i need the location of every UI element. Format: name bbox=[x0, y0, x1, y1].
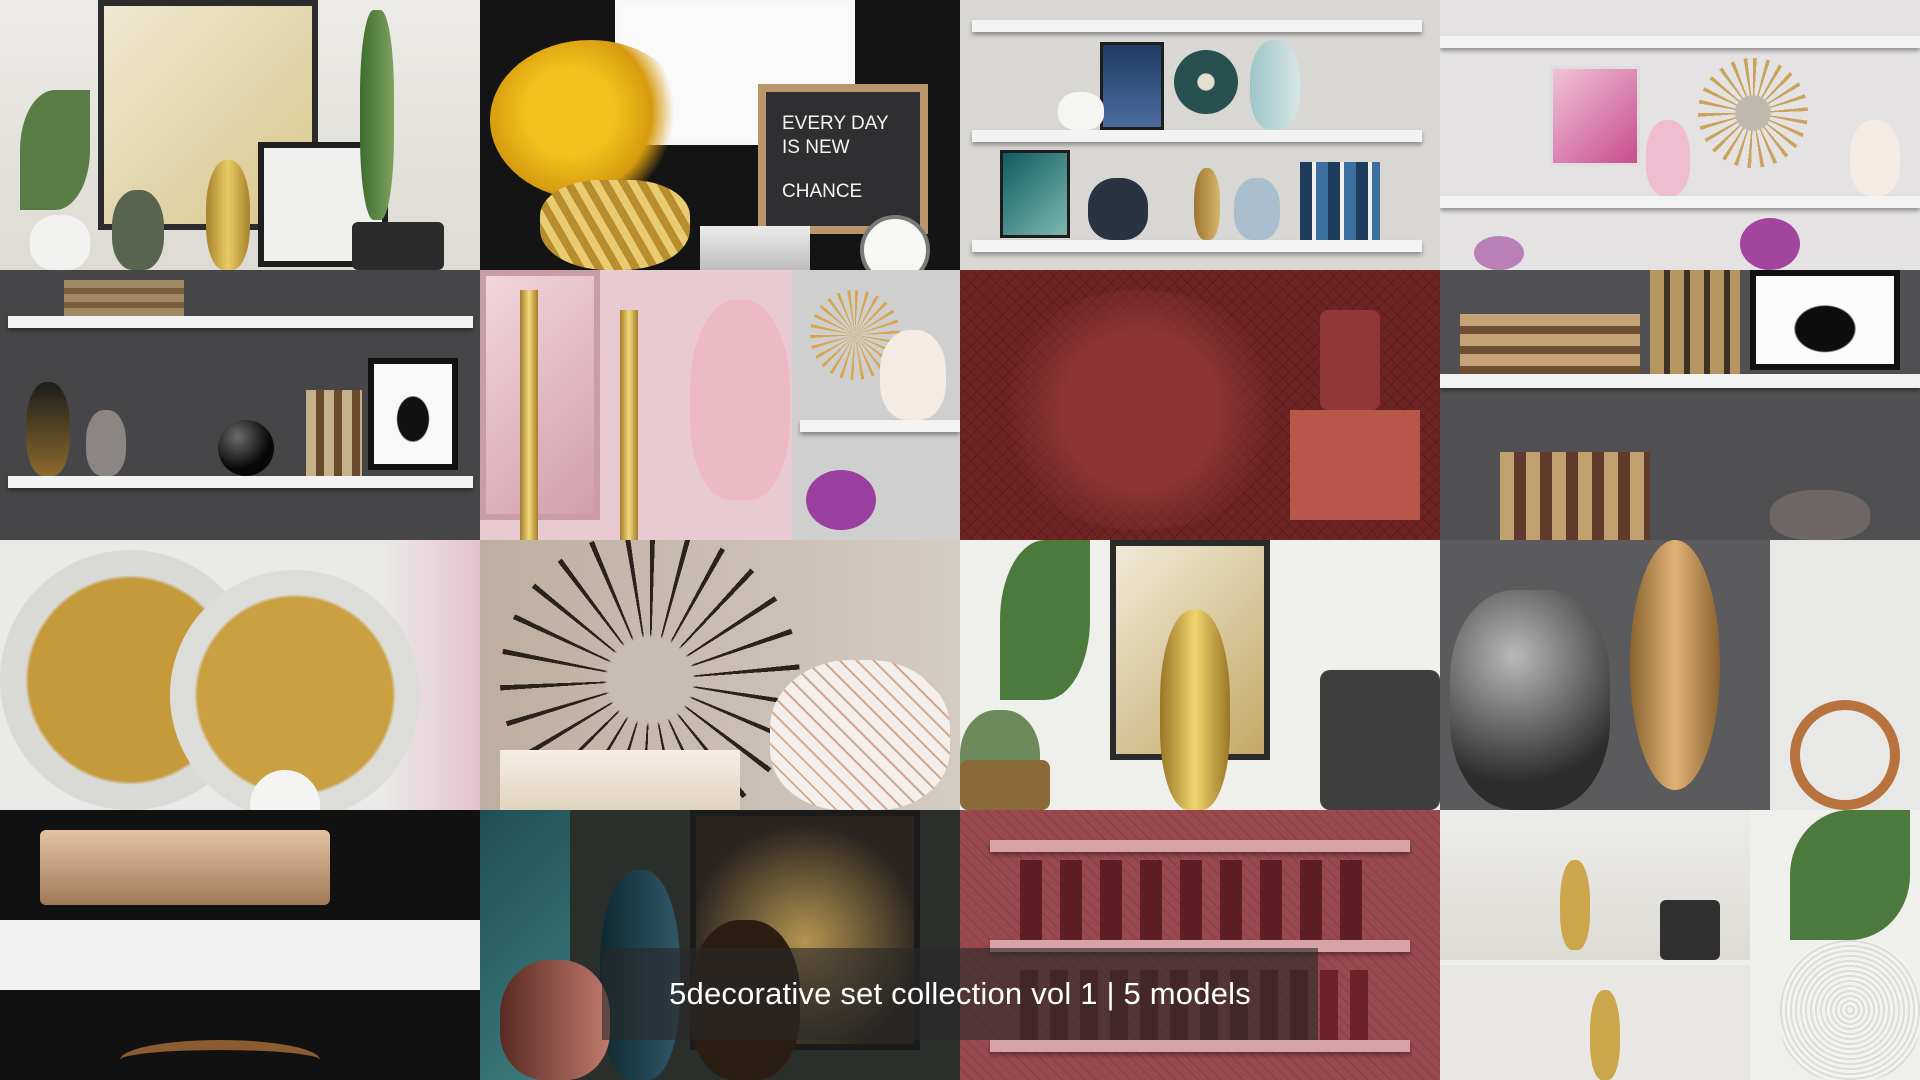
copper-ring-sculpture bbox=[1790, 700, 1900, 810]
green-stems bbox=[1000, 540, 1090, 700]
collection-caption: 5decorative set collection vol 1 | 5 mod… bbox=[602, 948, 1318, 1040]
shelf-bottom bbox=[972, 240, 1422, 252]
textured-vase-large bbox=[1780, 940, 1920, 1080]
black-pot-closeup bbox=[1320, 670, 1440, 810]
yellow-flower-bouquet bbox=[490, 40, 690, 200]
gold-abstract-sculpture bbox=[1630, 540, 1720, 790]
letter-board-line-3: CHANCE bbox=[782, 181, 863, 202]
mini-black-pot bbox=[1660, 900, 1720, 960]
ginger-jar bbox=[26, 382, 70, 476]
books-stack-top bbox=[1460, 314, 1640, 374]
tile-wireframe-flowers bbox=[960, 270, 1440, 540]
snake-plant bbox=[360, 10, 394, 220]
tile-shelf-pink bbox=[1440, 0, 1920, 270]
wireframe-diffuser bbox=[1320, 310, 1380, 410]
mini-gold-vase-2 bbox=[1590, 990, 1620, 1080]
pink-vase bbox=[1646, 120, 1690, 196]
wireframe-objects bbox=[1020, 860, 1380, 940]
lattice-vase-large bbox=[770, 660, 950, 810]
render-collage: EVERY DAY IS NEW CHANCE bbox=[0, 0, 1920, 1080]
tile-brass-box bbox=[0, 810, 480, 1080]
wireframe-flower-cluster bbox=[990, 290, 1290, 530]
teal-starburst-plate bbox=[1174, 50, 1238, 114]
tile-shelf-books-dark bbox=[1440, 270, 1920, 540]
shelf-middle bbox=[972, 130, 1422, 142]
tile-shelf-teal bbox=[960, 0, 1440, 270]
books-upright bbox=[306, 390, 362, 476]
silhouette-art bbox=[368, 358, 458, 470]
wireframe-shelf-1 bbox=[990, 840, 1410, 852]
shelf-dark-top bbox=[8, 316, 473, 328]
book-stack bbox=[700, 226, 810, 270]
teal-abstract-art bbox=[1000, 150, 1070, 238]
wireframe-box bbox=[1290, 410, 1420, 520]
plant-large bbox=[1790, 810, 1910, 940]
books-blue bbox=[1300, 162, 1380, 240]
shelf-top bbox=[972, 20, 1422, 32]
green-glass-vase bbox=[112, 190, 164, 270]
letter-board: EVERY DAY IS NEW CHANCE bbox=[758, 84, 928, 234]
white-lattice-vase bbox=[1850, 120, 1900, 196]
tile-shelf-dark bbox=[0, 270, 480, 540]
shelf-pink-small bbox=[800, 420, 960, 432]
pink-speckled-jar bbox=[690, 300, 790, 500]
magnolia-art bbox=[1550, 66, 1640, 166]
black-sphere bbox=[218, 420, 274, 476]
tile-pink-candles bbox=[480, 270, 960, 540]
tile-gold-plates bbox=[0, 540, 480, 810]
glass-cloche bbox=[1234, 178, 1280, 240]
shelf-top-pink bbox=[1440, 36, 1920, 48]
dark-vases bbox=[1088, 178, 1148, 240]
lattice-vase-small bbox=[880, 330, 946, 420]
pink-roses bbox=[1474, 236, 1524, 270]
metal-ball-sculpture bbox=[1450, 590, 1610, 810]
blue-flower-art bbox=[1100, 42, 1164, 130]
pillar-candles bbox=[500, 750, 740, 810]
silhouette-art-2 bbox=[1750, 270, 1900, 370]
purple-flower bbox=[806, 470, 876, 530]
books-top bbox=[64, 280, 184, 316]
letter-board-line-1: EVERY DAY bbox=[782, 113, 889, 134]
tile-plant-set-grid bbox=[1440, 810, 1920, 1080]
letter-board-line-2: IS NEW bbox=[782, 137, 850, 158]
mini-gold-vase bbox=[1560, 860, 1590, 950]
tile-plant-set-closeup bbox=[960, 540, 1440, 810]
black-pot bbox=[352, 222, 444, 270]
tile-flowers-letterboard: EVERY DAY IS NEW CHANCE bbox=[480, 0, 960, 270]
tile-sunburst-closeup bbox=[480, 540, 960, 810]
grey-bowl bbox=[1770, 490, 1870, 540]
gold-candlestick-left bbox=[520, 290, 538, 540]
gold-candlestick-right bbox=[620, 310, 638, 540]
shelf-middle-pink bbox=[1440, 196, 1920, 208]
olive-branch bbox=[20, 90, 90, 210]
gold-bottle-vase bbox=[206, 160, 250, 270]
books-upright-top bbox=[1650, 270, 1740, 374]
shelf-dark-bottom bbox=[8, 476, 473, 488]
sunburst-mirror bbox=[1698, 58, 1808, 168]
glass-bottles bbox=[1250, 40, 1300, 130]
pink-leaf-art bbox=[480, 270, 600, 520]
white-urn bbox=[1058, 92, 1104, 130]
purple-hydrangea bbox=[1740, 218, 1800, 270]
tile-sculptures bbox=[1440, 540, 1920, 810]
gold-ball-tower bbox=[1194, 168, 1220, 240]
wireframe-shelf-3 bbox=[990, 1040, 1410, 1052]
tile-plant-set-light bbox=[0, 0, 480, 270]
white-textured-vase bbox=[30, 215, 90, 270]
stone-vase bbox=[86, 410, 126, 476]
brass-box bbox=[40, 830, 330, 905]
copper-ring-closeup bbox=[120, 1040, 320, 1080]
gold-faceted-bowl bbox=[540, 180, 690, 270]
shelf-books-dark bbox=[1440, 374, 1920, 388]
caption-title: 5decorative set collection vol 1 | 5 mod… bbox=[669, 976, 1251, 1011]
books-lower bbox=[1500, 452, 1650, 540]
white-shelf-closeup bbox=[0, 920, 480, 990]
copper-vase bbox=[500, 960, 610, 1080]
gold-vase-closeup bbox=[1160, 610, 1230, 810]
woven-basket bbox=[960, 760, 1050, 810]
